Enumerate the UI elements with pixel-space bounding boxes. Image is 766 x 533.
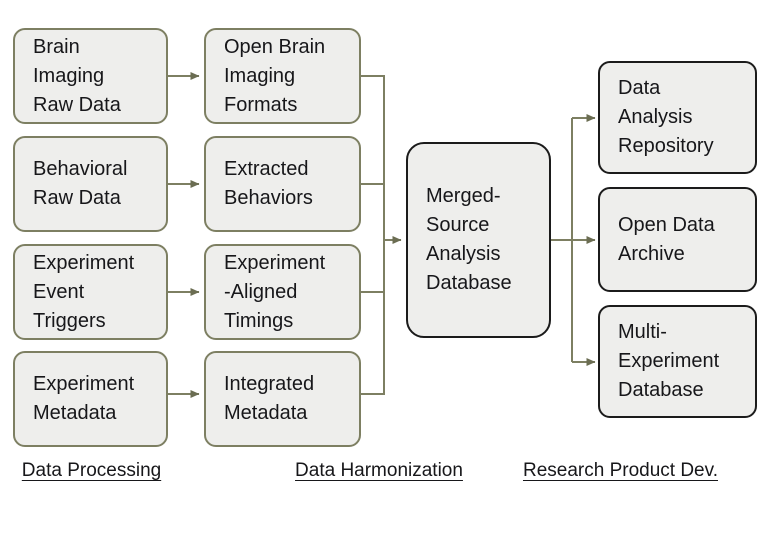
phase-label-data-harmonization: Data Harmonization	[295, 460, 463, 481]
node-extracted-behaviors[interactable]: Extracted Behaviors	[204, 136, 361, 232]
node-label: Integrated Metadata	[224, 373, 315, 424]
node-experiment-aligned-timings[interactable]: Experiment -Aligned Timings	[204, 244, 361, 340]
node-label: Extracted Behaviors	[224, 158, 313, 209]
phase-label-data-processing: Data Processing	[21, 460, 162, 481]
node-experiment-metadata[interactable]: Experiment Metadata	[13, 351, 168, 447]
node-integrated-metadata[interactable]: Integrated Metadata	[204, 351, 361, 447]
merge-branch-metadata	[361, 240, 385, 395]
node-label: Experiment Metadata	[33, 373, 135, 424]
node-experiment-event-triggers[interactable]: Experiment Event Triggers	[13, 244, 168, 340]
phase-label-research-product-dev: Research Product Dev.	[522, 460, 718, 481]
node-data-analysis-repository[interactable]: Data Analysis Repository	[598, 61, 757, 174]
node-brain-imaging-raw-data[interactable]: Brain Imaging Raw Data	[13, 28, 168, 124]
node-label: Merged- Source Analysis Database	[426, 185, 512, 294]
node-label: Experiment Event Triggers	[33, 251, 135, 332]
node-label: Open Data Archive	[618, 213, 715, 265]
node-label: Open Brain Imaging Formats	[224, 35, 326, 116]
node-multi-experiment-database[interactable]: Multi- Experiment Database	[598, 305, 757, 418]
merge-branch-imaging	[361, 75, 385, 240]
node-merged-source-analysis-database[interactable]: Merged- Source Analysis Database	[406, 142, 551, 338]
node-label: Experiment -Aligned Timings	[224, 251, 326, 332]
node-open-brain-imaging-formats[interactable]: Open Brain Imaging Formats	[204, 28, 361, 124]
node-behavioral-raw-data[interactable]: Behavioral Raw Data	[13, 136, 168, 232]
node-label: Behavioral Raw Data	[33, 158, 128, 209]
node-open-data-archive[interactable]: Open Data Archive	[598, 187, 757, 292]
node-label: Multi- Experiment Database	[618, 321, 720, 401]
node-label: Data Analysis Repository	[618, 77, 714, 157]
node-label: Brain Imaging Raw Data	[33, 35, 121, 116]
diagram-canvas: Brain Imaging Raw Data Behavioral Raw Da…	[0, 0, 766, 533]
